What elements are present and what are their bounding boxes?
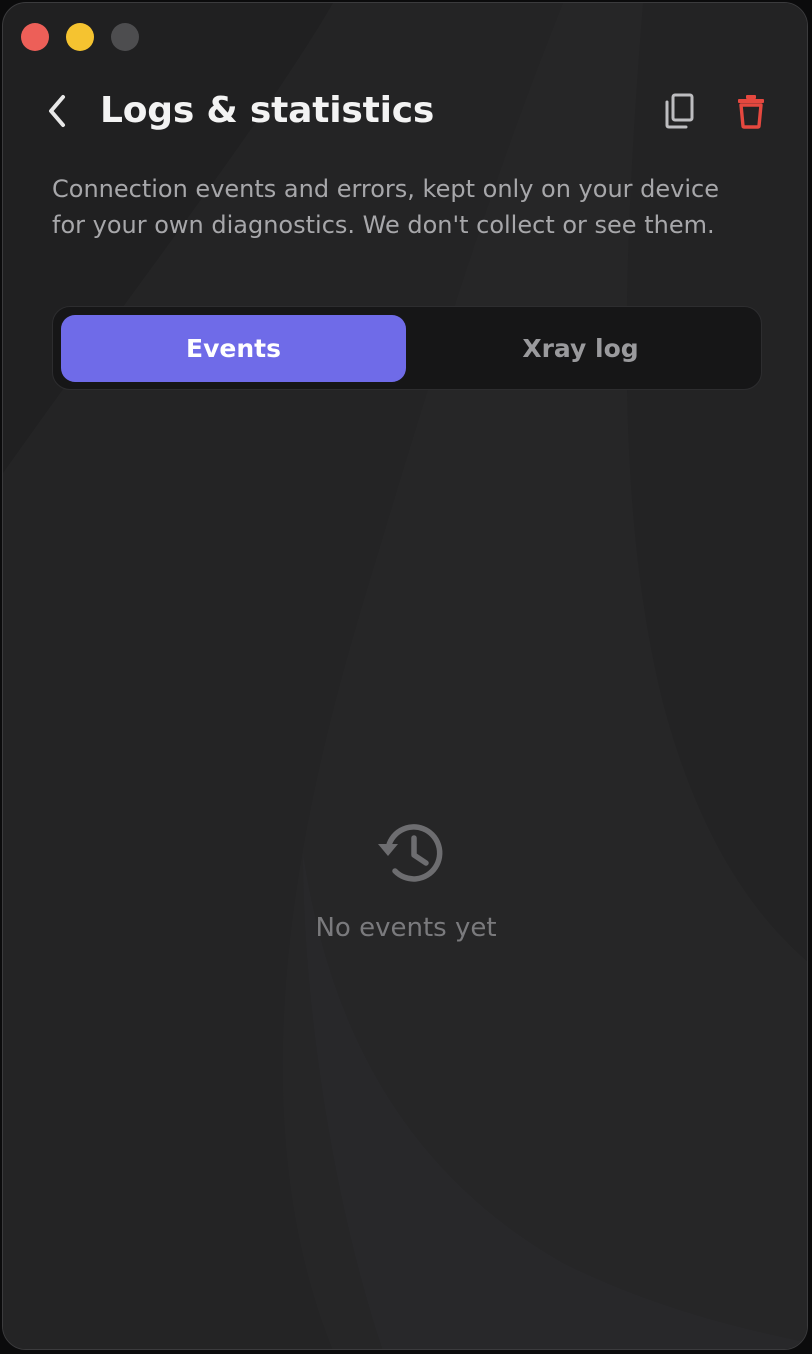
window-minimize-button[interactable]	[66, 23, 94, 51]
chevron-left-icon	[49, 95, 65, 127]
window-close-button[interactable]	[21, 23, 49, 51]
trash-icon	[738, 95, 764, 129]
tab-events[interactable]: Events	[61, 315, 406, 382]
tab-xray-log[interactable]: Xray log	[408, 315, 753, 382]
log-tabs: Events Xray log	[52, 306, 762, 390]
empty-state: No events yet	[3, 813, 807, 943]
history-icon	[378, 824, 443, 882]
page-header: Logs & statistics	[3, 85, 807, 137]
window-zoom-button[interactable]	[111, 23, 139, 51]
back-button[interactable]	[37, 89, 77, 133]
copy-button[interactable]	[657, 89, 701, 133]
page-title: Logs & statistics	[100, 90, 435, 131]
copy-icon	[665, 93, 694, 129]
delete-button[interactable]	[729, 89, 773, 133]
window-controls	[21, 23, 139, 51]
app-window: Logs & statistics Connection events and …	[2, 2, 808, 1350]
page-description: Connection events and errors, kept only …	[52, 175, 719, 239]
empty-state-text: No events yet	[315, 913, 497, 943]
